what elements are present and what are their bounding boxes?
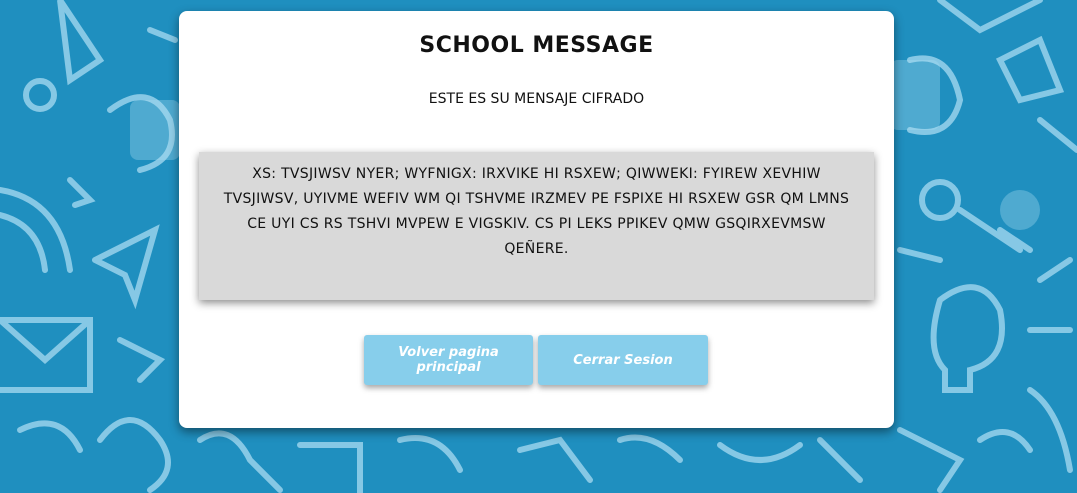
page-title: SCHOOL MESSAGE (419, 33, 654, 58)
page-subtitle: ESTE ES SU MENSAJE CIFRADO (428, 91, 645, 107)
logout-button[interactable]: Cerrar Sesion (538, 335, 708, 385)
home-button[interactable]: Volver pagina principal (364, 335, 533, 385)
cipher-text: XS: TVSJIWSV NYER; WYFNIGX: IRXVIKE HI R… (223, 166, 850, 257)
cipher-text-box: XS: TVSJIWSV NYER; WYFNIGX: IRXVIKE HI R… (199, 152, 874, 300)
message-card: SCHOOL MESSAGE ESTE ES SU MENSAJE CIFRAD… (179, 11, 894, 428)
